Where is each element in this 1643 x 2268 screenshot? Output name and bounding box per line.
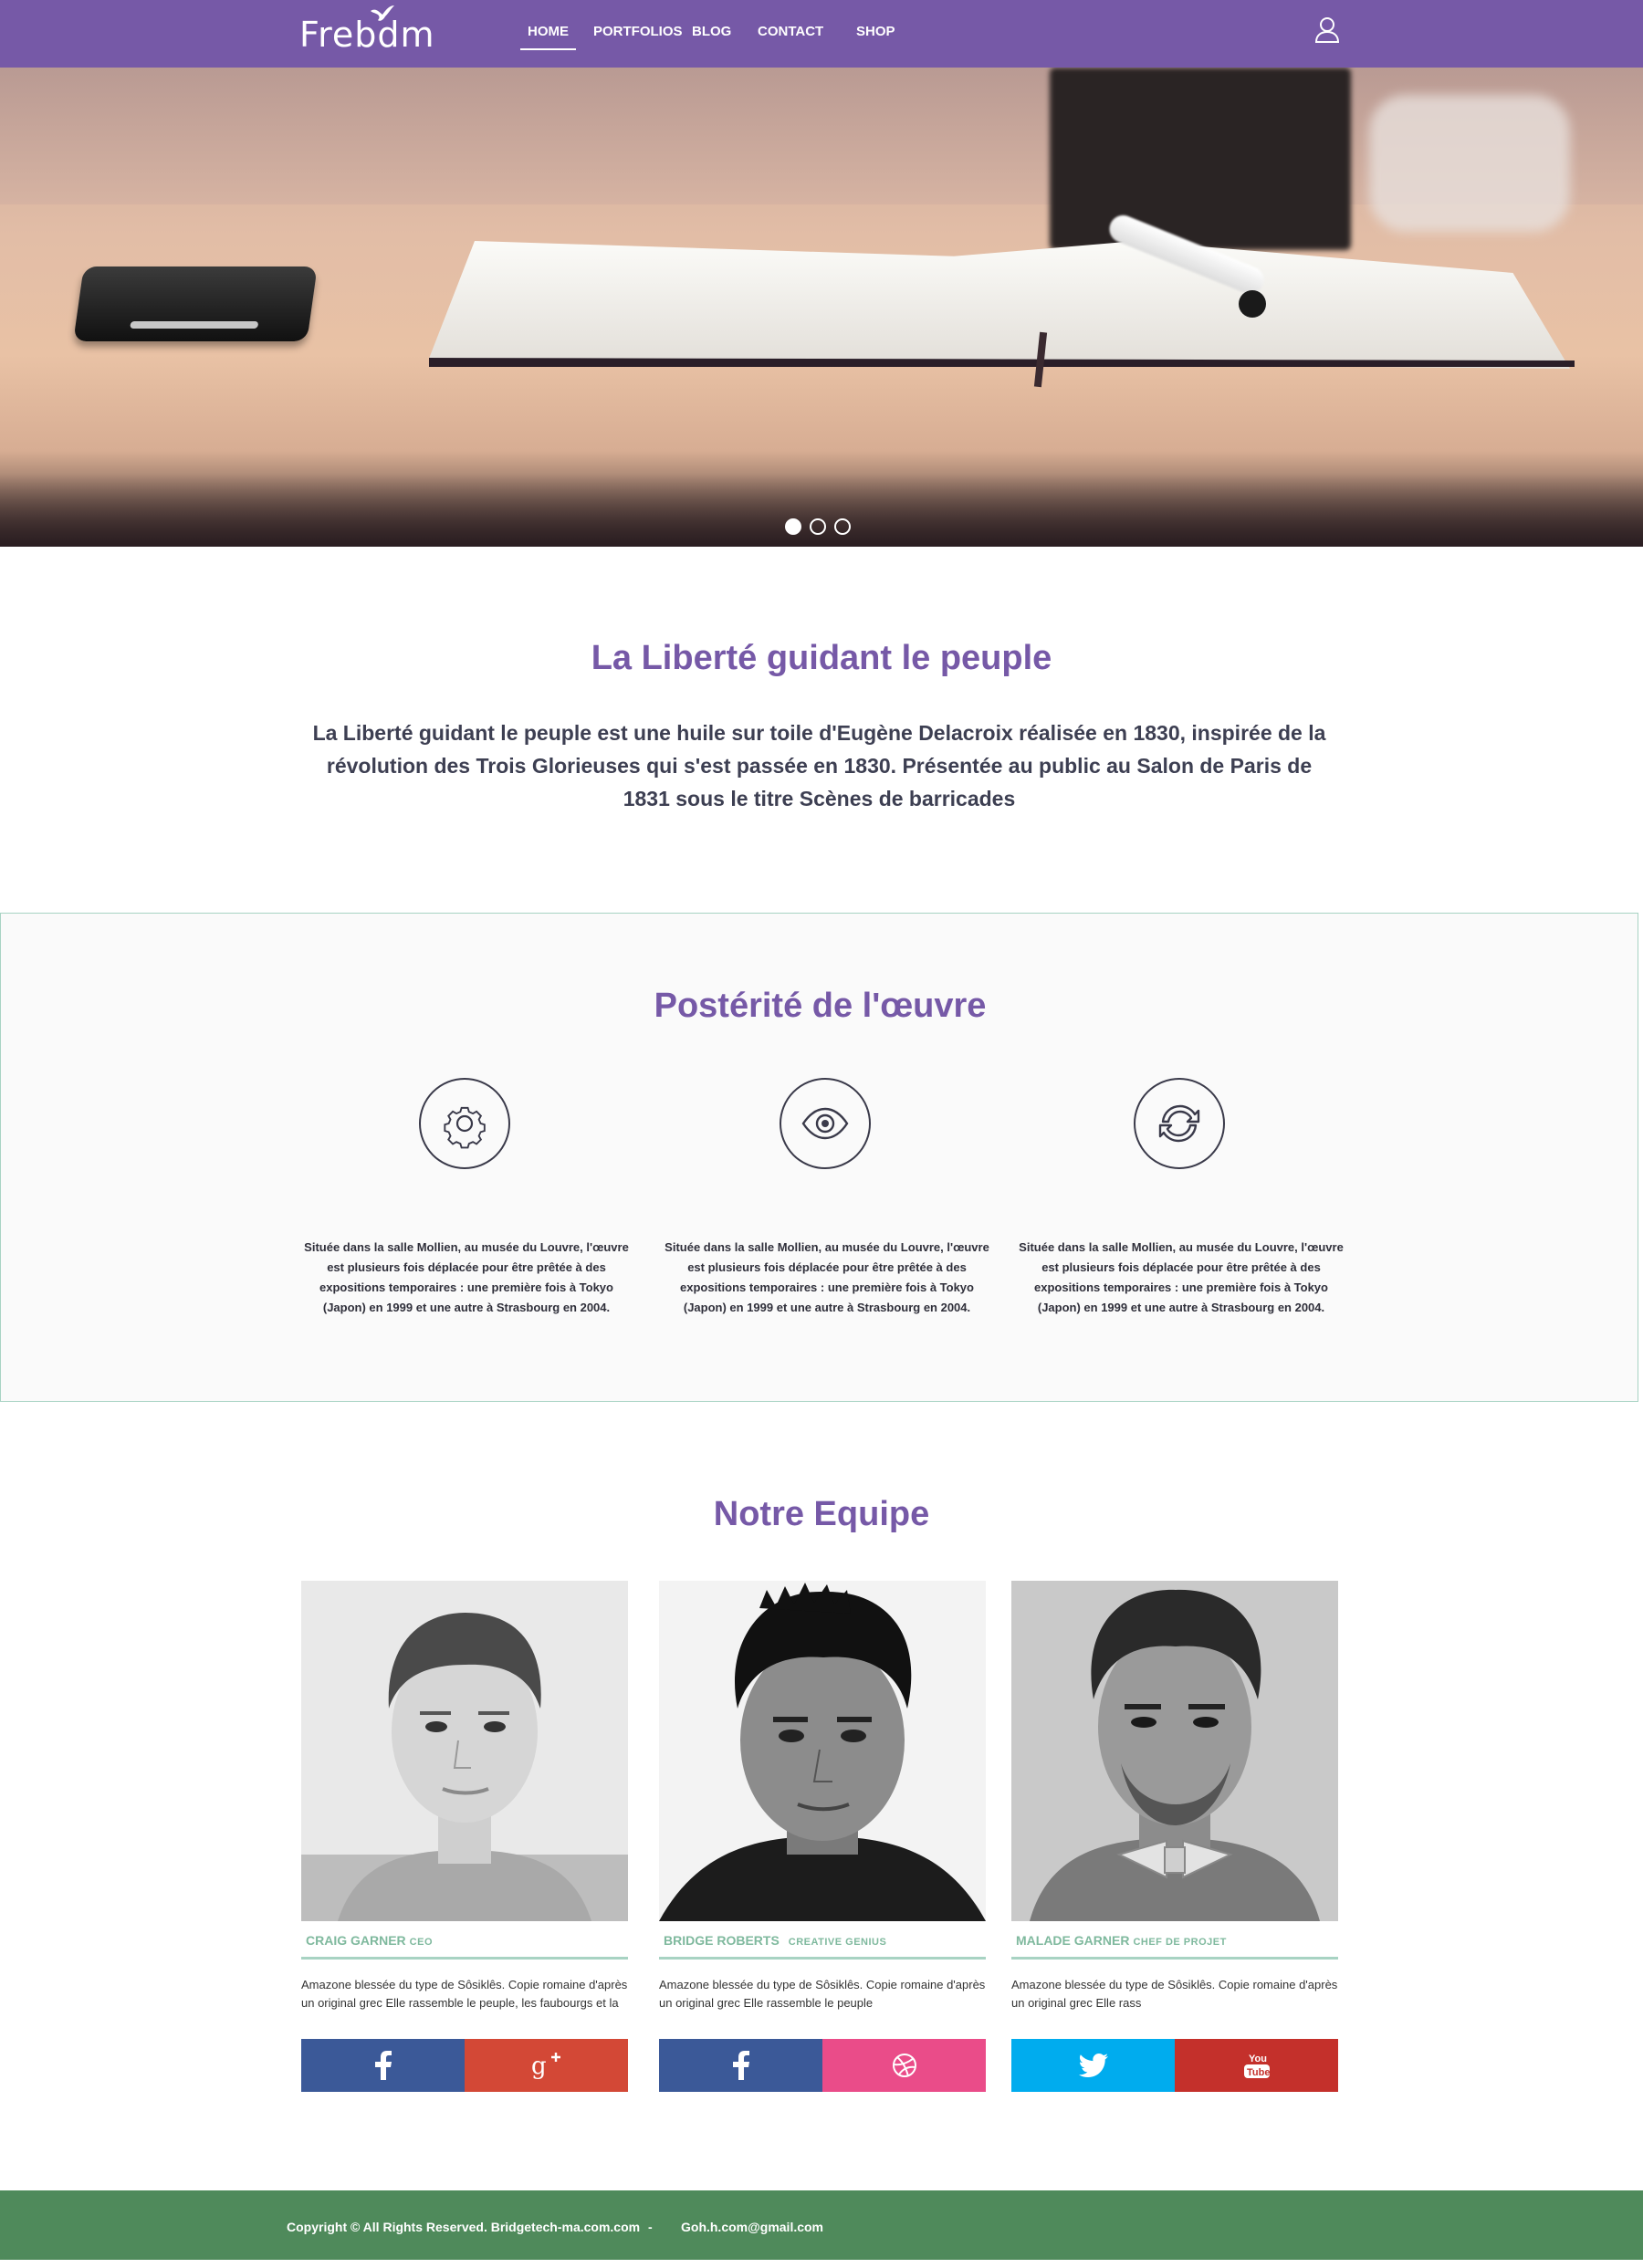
member-role: CREATIVE GENIUS [788, 1937, 887, 1948]
dribbble-icon [892, 2054, 916, 2077]
posterite-title: Postérité de l'œuvre [654, 987, 987, 1025]
intro-title: La Liberté guidant le peuple [591, 639, 1052, 677]
nav-item-shop[interactable]: SHOP [856, 24, 895, 39]
google-plus-icon: g [531, 2053, 560, 2079]
logo[interactable]: Frebdm [299, 5, 435, 60]
hero-cup [1369, 95, 1570, 232]
feature-icon-circle [419, 1078, 510, 1169]
top-navbar: Frebdm HOME PORTFOLIOS BLOG CONTACT SHOP [0, 0, 1643, 68]
hero-notebook [429, 241, 1570, 369]
social-bar [659, 2039, 986, 2092]
logo-text: Frebdm [299, 15, 435, 55]
hero-monitor [1050, 68, 1351, 250]
facebook-icon [732, 2051, 749, 2080]
hero-slider [0, 68, 1643, 547]
slider-dots [785, 518, 851, 535]
nav-item-contact[interactable]: CONTACT [758, 24, 823, 39]
team-title: Notre Equipe [713, 1495, 930, 1533]
member-name-text: BRIDGE ROBERTS [664, 1933, 780, 1948]
member-name: MALADE GARNER CHEF DE PROJET [1011, 1930, 1338, 1960]
feature-text: Située dans la salle Mollien, au musée d… [304, 1240, 629, 1314]
member-name-text: CRAIG GARNER [306, 1933, 406, 1948]
twitter-button[interactable] [1011, 2039, 1175, 2092]
refresh-icon [1158, 1104, 1200, 1143]
footer-copyright: Copyright © All Rights Reserved. Bridget… [287, 2220, 641, 2234]
member-role: CHEF DE PROJET [1133, 1937, 1227, 1948]
social-bar: g [301, 2039, 628, 2092]
team-photo [1011, 1581, 1338, 1921]
feature-text: Située dans la salle Mollien, au musée d… [665, 1240, 989, 1314]
member-name: BRIDGE ROBERTS CREATIVE GENIUS [659, 1930, 986, 1960]
intro-text: La Liberté guidant le peuple est une hui… [312, 721, 1326, 810]
team-photo [659, 1581, 986, 1921]
svg-text:You: You [1249, 2054, 1267, 2064]
member-role: CEO [409, 1937, 434, 1948]
footer-email-link[interactable]: Goh.h.com@gmail.com [681, 2220, 823, 2234]
youtube-icon: You Tube [1243, 2054, 1270, 2078]
bird-icon [371, 5, 394, 21]
slider-dot-2[interactable] [810, 518, 826, 535]
hero-shadow [0, 474, 1643, 547]
feature-icon-circle [1134, 1078, 1225, 1169]
facebook-button[interactable] [301, 2039, 465, 2092]
eye-icon [801, 1107, 849, 1140]
nav-item-portfolios[interactable]: PORTFOLIOS [593, 24, 683, 39]
nav-item-home[interactable]: HOME [520, 24, 576, 50]
feature-text: Située dans la salle Mollien, au musée d… [1019, 1240, 1344, 1314]
facebook-button[interactable] [659, 2039, 822, 2092]
social-bar: You Tube [1011, 2039, 1338, 2092]
member-name: CRAIG GARNER CEO [301, 1930, 628, 1960]
nav-item-blog[interactable]: BLOG [692, 24, 731, 39]
svg-text:g: g [531, 2053, 547, 2079]
slider-dot-1[interactable] [785, 518, 801, 535]
member-desc: Amazone blessée du type de Sôsiklês. Cop… [301, 1978, 628, 2010]
facebook-icon [374, 2051, 392, 2080]
hero-phone [73, 267, 318, 341]
member-desc: Amazone blessée du type de Sôsiklês. Cop… [1011, 1978, 1338, 2010]
google-plus-button[interactable]: g [465, 2039, 628, 2092]
posterite-section: Postérité de l'œuvre Située dans la sall… [0, 913, 1638, 1402]
member-desc: Amazone blessée du type de Sôsiklês. Cop… [659, 1978, 986, 2010]
hero-pen-cap [1239, 290, 1266, 318]
twitter-icon [1078, 2054, 1108, 2077]
youtube-button[interactable]: You Tube [1175, 2039, 1338, 2092]
slider-dot-3[interactable] [834, 518, 851, 535]
member-name-text: MALADE GARNER [1016, 1933, 1130, 1948]
gear-icon [444, 1106, 486, 1149]
footer-separator: - [648, 2220, 653, 2234]
svg-text:Tube: Tube [1247, 2067, 1270, 2078]
feature-icon-circle [780, 1078, 871, 1169]
footer: Copyright © All Rights Reserved. Bridget… [0, 2190, 1643, 2260]
dribbble-button[interactable] [822, 2039, 986, 2092]
user-icon[interactable] [1314, 16, 1340, 44]
team-photo [301, 1581, 628, 1921]
